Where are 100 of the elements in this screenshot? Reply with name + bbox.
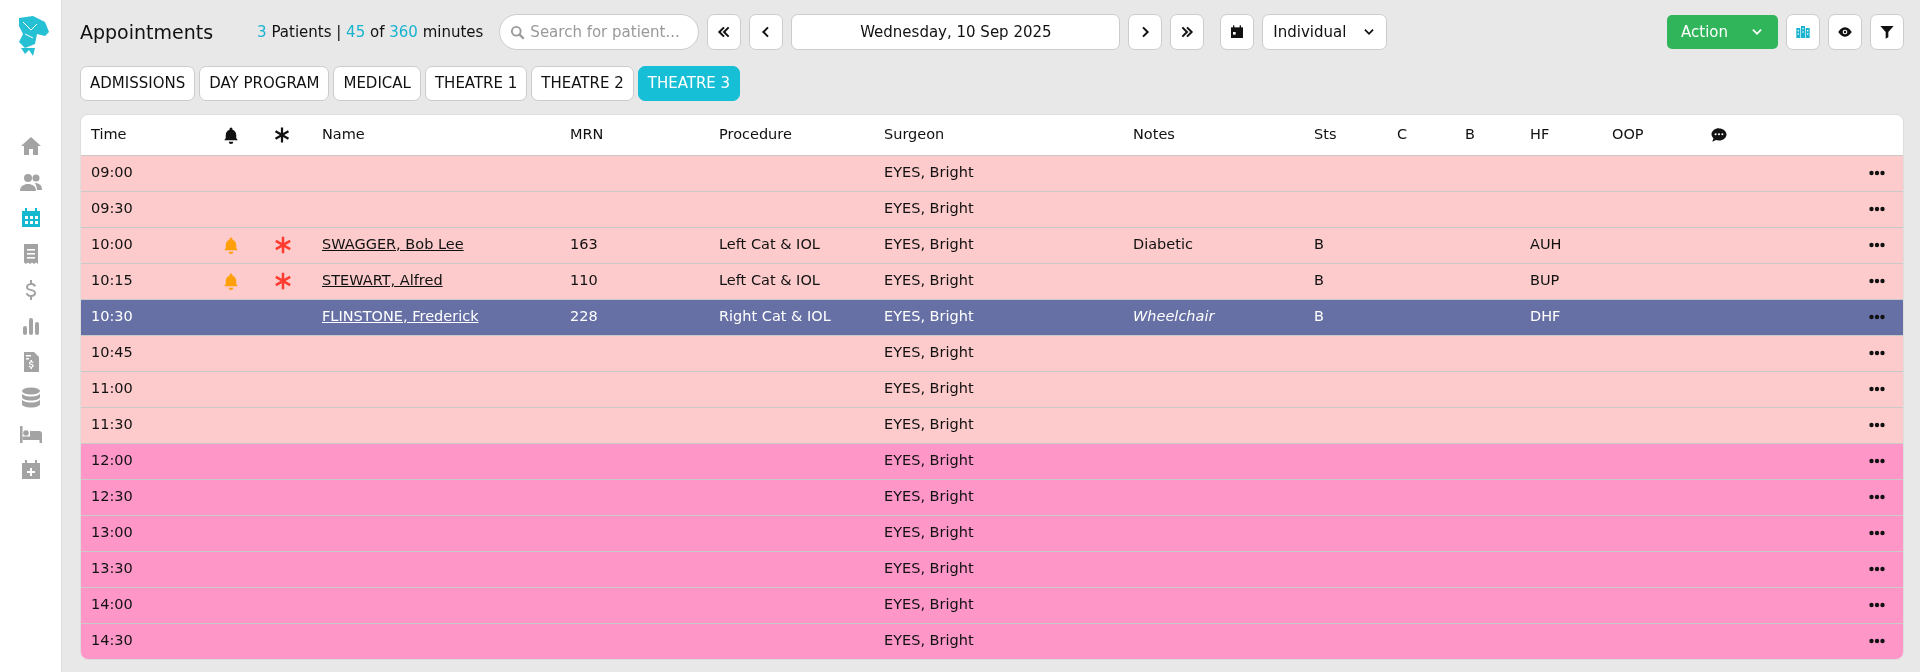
more-icon[interactable] [1869,638,1885,645]
appointment-row[interactable]: 09:00 EYES, Bright [81,154,1903,191]
patient-name-link[interactable]: STEWART, Alfred [322,272,443,289]
view-button[interactable] [1828,14,1862,50]
procedure-cell: Left Cat & IOL [719,236,820,253]
tab[interactable]: THEATRE 2 [531,66,634,101]
time-cell: 14:00 [91,596,133,613]
column-header: Surgeon [884,125,945,142]
last-button[interactable] [1170,14,1205,50]
appointment-row[interactable]: 11:00 EYES, Bright [81,370,1903,407]
appointment-row[interactable]: 10:15 STEWART, Alfred 110 Left Cat & IOL EYES, Bright B BUP [81,262,1903,299]
column-header: Name [322,125,365,142]
mrn-cell: 163 [570,236,598,253]
surgeon-cell: EYES, Bright [884,632,974,649]
search-field[interactable]: Search for patient... [499,14,700,50]
first-button[interactable] [707,14,742,50]
column-header: Notes [1133,125,1175,142]
column-header: HF [1530,125,1550,142]
more-icon[interactable] [1869,206,1885,213]
more-icon[interactable] [1869,170,1885,177]
status-cell: B [1314,236,1324,253]
time-cell: 12:00 [91,452,133,469]
procedure-cell: Left Cat & IOL [719,272,820,289]
time-cell: 10:15 [91,272,133,289]
appointment-row[interactable]: 10:45 EYES, Bright [81,334,1903,371]
more-icon[interactable] [1869,386,1885,393]
eye-icon [1837,24,1853,40]
appointment-row[interactable]: 13:30 EYES, Bright [81,550,1903,587]
surgeon-cell: EYES, Bright [884,560,974,577]
appointment-row[interactable]: 13:00 EYES, Bright [81,514,1903,551]
time-cell: 11:30 [91,416,133,433]
notes-cell: Wheelchair [1133,308,1215,325]
appointment-row[interactable]: 14:00 EYES, Bright [81,586,1903,623]
filter-button[interactable] [1870,14,1904,50]
surgeon-cell: EYES, Bright [884,380,974,397]
time-cell: 13:30 [91,560,133,577]
more-icon[interactable] [1869,242,1885,249]
hf-cell: BUP [1530,272,1560,289]
tab[interactable]: MEDICAL [333,66,421,101]
column-header: Procedure [719,125,792,142]
time-cell: 10:00 [91,236,133,253]
patient-name-link[interactable]: SWAGGER, Bob Lee [322,236,464,253]
filter-icon [1879,24,1895,40]
column-header: Sts [1314,125,1337,142]
more-icon[interactable] [1869,566,1885,573]
double-chevron-right-icon [1179,24,1196,40]
bell-icon [222,125,240,144]
tab[interactable]: DAY PROGRAM [199,66,330,101]
more-icon[interactable] [1869,458,1885,465]
time-cell: 10:30 [91,308,133,325]
more-icon[interactable] [1869,350,1885,357]
surgeon-cell: EYES, Bright [884,236,974,253]
time-cell: 12:30 [91,488,133,505]
previous-button[interactable] [749,14,784,50]
time-cell: 09:00 [91,164,133,181]
status-cell: B [1314,308,1324,325]
building-icon [1795,24,1811,40]
status-cell: B [1314,272,1324,289]
comment-icon [1710,125,1728,144]
asterisk-icon [273,125,291,144]
appointment-row[interactable]: 12:30 EYES, Bright [81,478,1903,515]
more-icon[interactable] [1869,602,1885,609]
appointment-row[interactable]: 14:30 EYES, Bright [81,622,1903,659]
calendar-button[interactable] [1220,14,1255,50]
page-title: Appointments [80,19,214,45]
appointment-row[interactable]: 09:30 EYES, Bright [81,190,1903,227]
time-cell: 11:00 [91,380,133,397]
appointment-stats: 3 Patients | 45 of 360 minutes [257,21,484,43]
hf-cell: AUH [1530,236,1562,253]
surgeon-cell: EYES, Bright [884,488,974,505]
surgeon-cell: EYES, Bright [884,596,974,613]
surgeon-cell: EYES, Bright [884,308,974,325]
view-dropdown[interactable]: Individual [1262,14,1388,50]
column-header: MRN [570,125,604,142]
procedure-cell: Right Cat & IOL [719,308,831,325]
tab[interactable]: THEATRE 1 [424,66,528,101]
next-button[interactable] [1128,14,1163,50]
surgeon-cell: EYES, Bright [884,344,974,361]
appointment-row[interactable]: 10:30 FLINSTONE, Frederick 228 Right Cat & IOL EYES, Bright Wheelchair B DHF [81,298,1903,335]
appointment-row[interactable]: 12:00 EYES, Bright [81,442,1903,479]
appointment-row[interactable]: 10:00 SWAGGER, Bob Lee 163 Left Cat & IOL EYES, Bright Diabetic B AUH [81,226,1903,263]
mrn-cell: 110 [570,272,598,289]
surgeon-cell: EYES, Bright [884,200,974,217]
appointment-row[interactable]: 11:30 EYES, Bright [81,406,1903,443]
column-header: OOP [1612,125,1644,142]
column-header: Time [91,125,127,142]
more-icon[interactable] [1869,422,1885,429]
mrn-cell: 228 [570,308,598,325]
calendar-icon [1229,24,1246,40]
surgeon-cell: EYES, Bright [884,416,974,433]
patient-name-link[interactable]: FLINSTONE, Frederick [322,308,479,325]
time-cell: 13:00 [91,524,133,541]
surgeon-cell: EYES, Bright [884,452,974,469]
time-cell: 09:30 [91,200,133,217]
more-icon[interactable] [1869,278,1885,285]
tab[interactable]: ADMISSIONS [80,66,196,101]
more-icon[interactable] [1869,530,1885,537]
more-icon[interactable] [1869,494,1885,501]
date-button[interactable]: Wednesday, 10 Sep 2025 [791,14,1121,50]
time-cell: 14:30 [91,632,133,649]
